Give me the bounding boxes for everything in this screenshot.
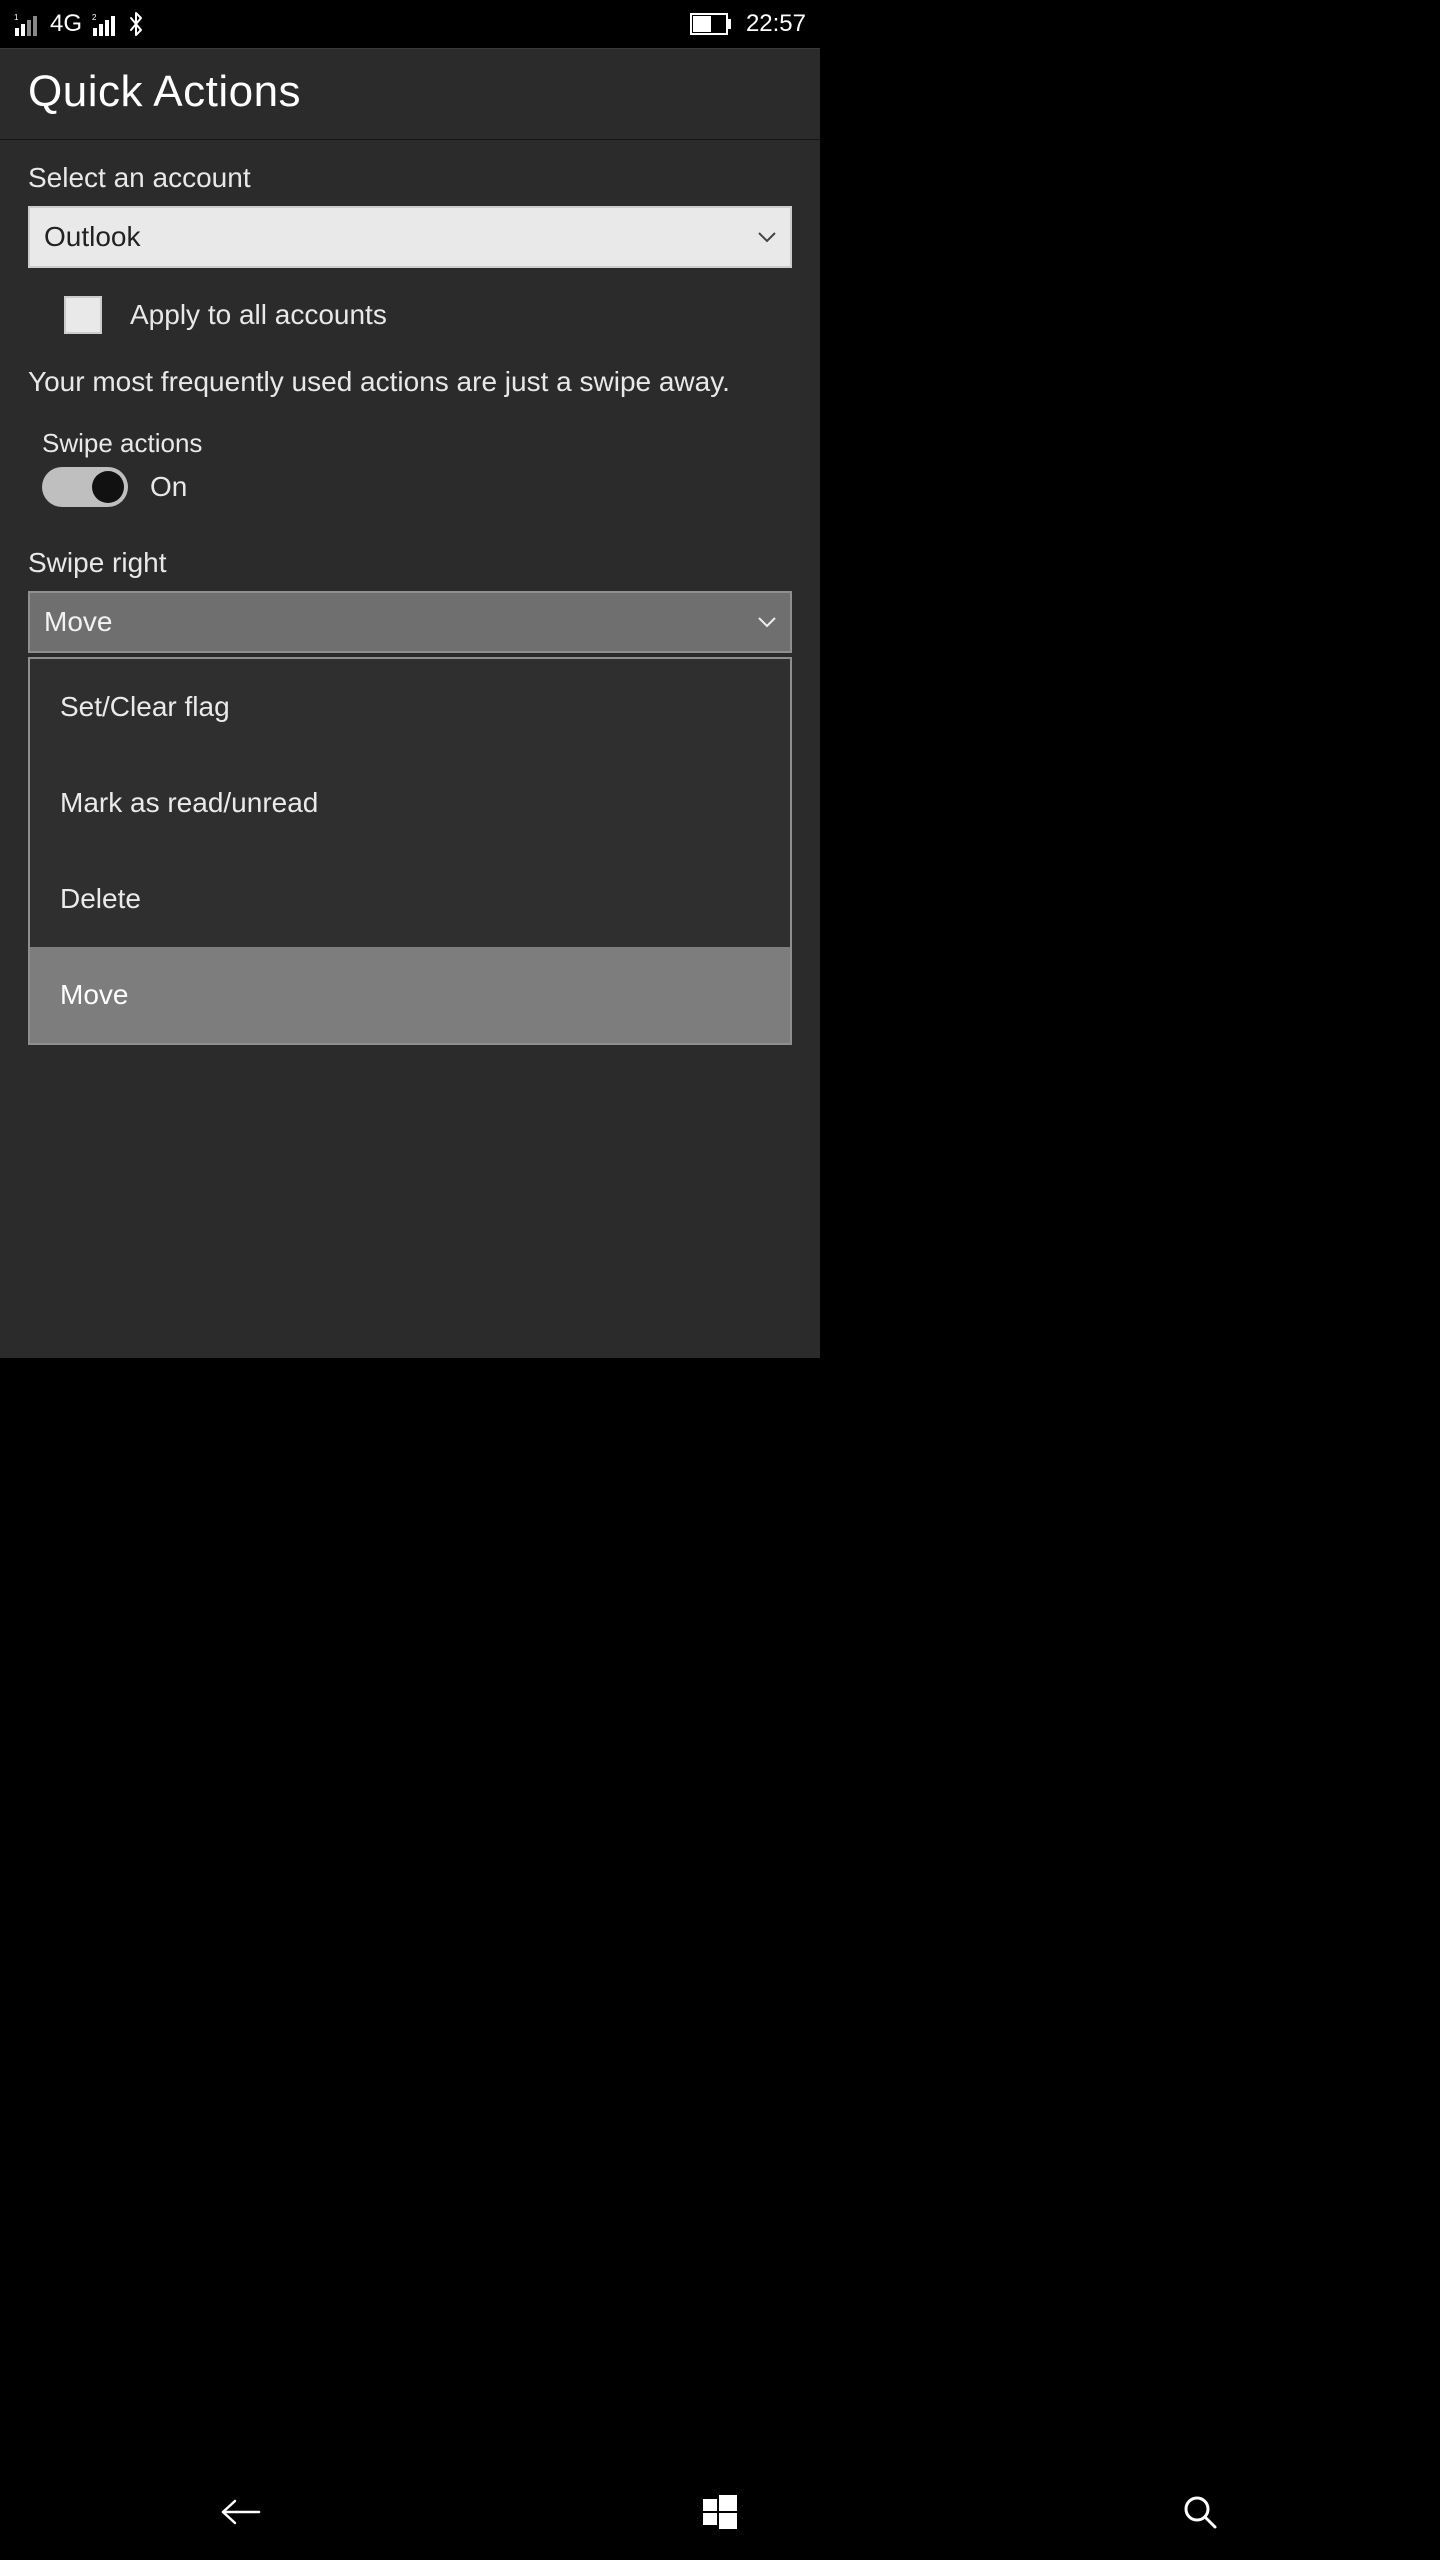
swipe-actions-toggle[interactable]: [42, 467, 128, 507]
svg-text:1: 1: [14, 13, 19, 22]
apply-all-label: Apply to all accounts: [130, 299, 387, 331]
account-select[interactable]: Outlook: [28, 206, 792, 268]
toggle-knob: [92, 471, 124, 503]
account-label: Select an account: [28, 162, 792, 194]
chevron-down-icon: [758, 231, 776, 243]
swipe-actions-state: On: [150, 471, 187, 503]
battery-icon: [690, 13, 732, 35]
status-bar: 1 4G 2: [0, 0, 820, 48]
status-left: 1 4G 2: [14, 10, 144, 38]
description-text: Your most frequently used actions are ju…: [28, 366, 792, 398]
apply-all-checkbox[interactable]: [64, 296, 102, 334]
account-select-value: Outlook: [44, 221, 141, 253]
swipe-right-label: Swipe right: [28, 547, 792, 579]
dropdown-option-selected[interactable]: Move: [30, 947, 790, 1043]
dropdown-option[interactable]: Set/Clear flag: [30, 659, 790, 755]
start-button[interactable]: [690, 2482, 750, 2542]
nav-bar: [0, 2464, 1440, 2560]
page-title: Quick Actions: [28, 67, 792, 117]
chevron-down-icon: [758, 616, 776, 628]
swipe-right-select[interactable]: Move: [28, 591, 792, 653]
dropdown-option[interactable]: Delete: [30, 851, 790, 947]
network-type-label: 4G: [50, 10, 82, 38]
clock-label: 22:57: [746, 10, 806, 38]
status-right: 22:57: [690, 10, 806, 38]
dropdown-option[interactable]: Mark as read/unread: [30, 755, 790, 851]
signal-sim2-icon: 2: [92, 12, 118, 36]
search-button[interactable]: [1170, 2482, 1230, 2542]
content-area: Select an account Outlook Apply to all a…: [0, 140, 820, 1358]
swipe-actions-label: Swipe actions: [42, 428, 792, 459]
back-button[interactable]: [210, 2482, 270, 2542]
apply-all-row[interactable]: Apply to all accounts: [64, 296, 792, 334]
page-header: Quick Actions: [0, 48, 820, 140]
bluetooth-icon: [128, 11, 144, 37]
svg-text:2: 2: [92, 13, 97, 22]
swipe-right-select-value: Move: [44, 606, 112, 638]
signal-sim1-icon: 1: [14, 12, 40, 36]
swipe-right-dropdown: Set/Clear flag Mark as read/unread Delet…: [28, 657, 792, 1045]
